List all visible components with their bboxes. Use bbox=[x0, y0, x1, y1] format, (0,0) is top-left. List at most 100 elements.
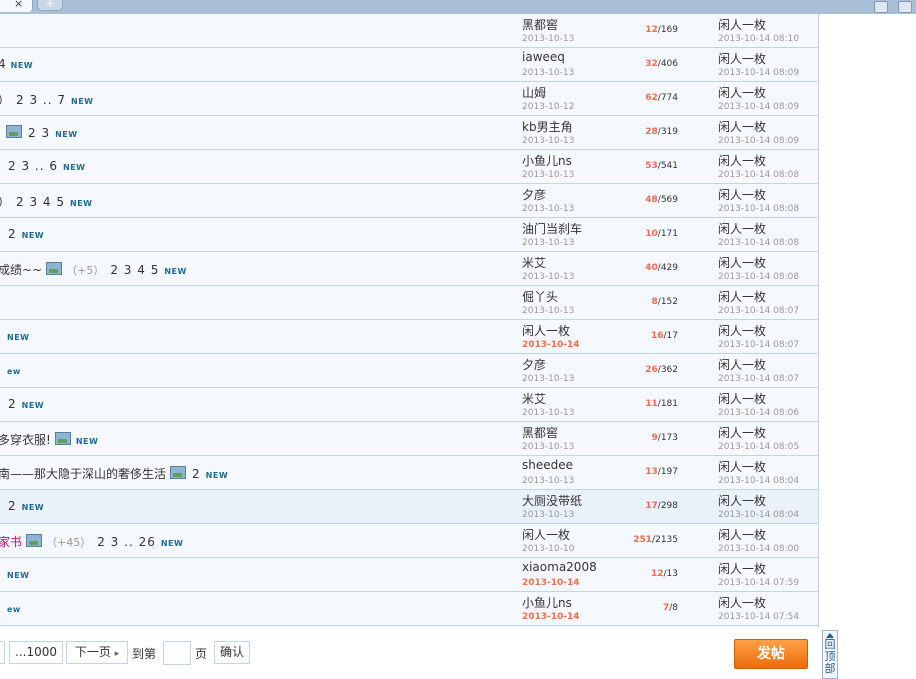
pager-prev-edge[interactable] bbox=[0, 641, 5, 664]
thread-title-link[interactable]: ） bbox=[0, 93, 10, 107]
window-icon[interactable] bbox=[874, 1, 888, 13]
last-poster-link[interactable]: 闲人一枚 bbox=[718, 288, 766, 305]
author-link[interactable]: sheedee bbox=[522, 458, 573, 472]
thread-pages[interactable]: 2 3 .. 26 bbox=[97, 535, 156, 549]
reply-count[interactable]: 12 bbox=[651, 569, 664, 579]
reply-count[interactable]: 32 bbox=[645, 59, 658, 69]
last-poster-link[interactable]: 闲人一枚 bbox=[718, 356, 766, 373]
thread-pages[interactable]: 2 3 4 5 bbox=[16, 195, 65, 209]
last-poster-link[interactable]: 闲人一枚 bbox=[718, 118, 766, 135]
last-post-date[interactable]: 2013-10-14 08:06 bbox=[718, 408, 799, 418]
last-poster-link[interactable]: 闲人一枚 bbox=[718, 560, 766, 577]
last-post-date[interactable]: 2013-10-14 08:09 bbox=[718, 102, 799, 112]
author-link[interactable]: 油门当刹车 bbox=[522, 220, 582, 237]
reply-count[interactable]: 26 bbox=[645, 365, 658, 375]
reply-count[interactable]: 40 bbox=[645, 263, 658, 273]
thread-title-link[interactable]: 4 bbox=[0, 57, 6, 71]
last-post-date[interactable]: 2013-10-14 08:07 bbox=[718, 374, 799, 384]
new-tab-button[interactable]: + bbox=[37, 0, 63, 11]
last-post-date[interactable]: 2013-10-14 07:54 bbox=[718, 612, 799, 622]
last-poster-link[interactable]: 闲人一枚 bbox=[718, 390, 766, 407]
reply-count[interactable]: 10 bbox=[645, 229, 658, 239]
author-link[interactable]: xiaoma2008 bbox=[522, 560, 597, 574]
reply-count[interactable]: 62 bbox=[645, 93, 658, 103]
author-link[interactable]: 闲人一枚 bbox=[522, 322, 570, 339]
thread-pages[interactable]: 2 3 .. 7 bbox=[16, 93, 66, 107]
thread-title-link[interactable]: ） bbox=[0, 195, 10, 209]
author-link[interactable]: iaweeq bbox=[522, 50, 565, 64]
author-link[interactable]: 夕彦 bbox=[522, 186, 546, 203]
thread-title-link[interactable]: 成绩~~ bbox=[0, 263, 42, 277]
last-poster-link[interactable]: 闲人一枚 bbox=[718, 594, 766, 611]
last-post-date[interactable]: 2013-10-14 08:09 bbox=[718, 136, 799, 146]
last-post-date[interactable]: 2013-10-14 08:08 bbox=[718, 170, 799, 180]
reply-count[interactable]: 48 bbox=[645, 195, 658, 205]
author-link[interactable]: 闲人一枚 bbox=[522, 526, 570, 543]
author-link[interactable]: 夕彦 bbox=[522, 356, 546, 373]
author-link[interactable]: 山姆 bbox=[522, 84, 546, 101]
last-poster-link[interactable]: 闲人一枚 bbox=[718, 50, 766, 67]
thread-pages[interactable]: 2 3 4 5 bbox=[110, 263, 159, 277]
author-link[interactable]: 黑都窖 bbox=[522, 16, 558, 33]
thread-pages[interactable]: 2 3 bbox=[28, 126, 50, 140]
last-poster-link[interactable]: 闲人一枚 bbox=[718, 492, 766, 509]
last-post-date[interactable]: 2013-10-14 08:09 bbox=[718, 68, 799, 78]
pager-last-page[interactable]: ...1000 bbox=[9, 641, 63, 664]
reply-count[interactable]: 251 bbox=[633, 535, 652, 545]
last-poster-link[interactable]: 闲人一枚 bbox=[718, 16, 766, 33]
last-poster-link[interactable]: 闲人一枚 bbox=[718, 152, 766, 169]
last-post-date[interactable]: 2013-10-14 08:08 bbox=[718, 238, 799, 248]
new-post-button[interactable]: 发帖 bbox=[734, 639, 808, 669]
thread-pages[interactable]: 2 3 .. 6 bbox=[8, 159, 58, 173]
author-link[interactable]: 小鱼儿ns bbox=[522, 594, 572, 611]
thread-pages[interactable]: 2 bbox=[8, 499, 17, 513]
reply-count[interactable]: 13 bbox=[645, 467, 658, 477]
last-poster-link[interactable]: 闲人一枚 bbox=[718, 526, 766, 543]
last-poster-link[interactable]: 闲人一枚 bbox=[718, 424, 766, 441]
reply-count[interactable]: 7 bbox=[663, 603, 669, 613]
reply-count[interactable]: 12 bbox=[645, 25, 658, 35]
thread-pages[interactable]: 2 bbox=[192, 467, 201, 481]
close-tab-icon[interactable]: × bbox=[14, 0, 23, 10]
last-poster-link[interactable]: 闲人一枚 bbox=[718, 458, 766, 475]
author-link[interactable]: 米艾 bbox=[522, 390, 546, 407]
last-poster-link[interactable]: 闲人一枚 bbox=[718, 84, 766, 101]
reply-count[interactable]: 28 bbox=[645, 127, 658, 137]
last-poster-link[interactable]: 闲人一枚 bbox=[718, 186, 766, 203]
last-post-date[interactable]: 2013-10-14 08:05 bbox=[718, 442, 799, 452]
last-post-date[interactable]: 2013-10-14 08:07 bbox=[718, 340, 799, 350]
pager-confirm-button[interactable]: 确认 bbox=[214, 641, 250, 664]
reply-count[interactable]: 16 bbox=[651, 331, 664, 341]
last-post-date[interactable]: 2013-10-14 08:10 bbox=[718, 34, 799, 44]
last-post-date[interactable]: 2013-10-14 08:00 bbox=[718, 544, 799, 554]
last-poster-link[interactable]: 闲人一枚 bbox=[718, 322, 766, 339]
browser-tab[interactable]: × bbox=[0, 0, 33, 12]
thread-title-link[interactable]: 家书 bbox=[0, 535, 22, 549]
thread-title-link[interactable]: 多穿衣服! bbox=[0, 433, 51, 447]
thread-title-link[interactable]: 南——那大隐于深山的奢侈生活 bbox=[0, 467, 166, 481]
back-icon[interactable] bbox=[898, 1, 912, 13]
last-post-date[interactable]: 2013-10-14 08:08 bbox=[718, 272, 799, 282]
author-link[interactable]: 黑都窖 bbox=[522, 424, 558, 441]
author-link[interactable]: 小鱼儿ns bbox=[522, 152, 572, 169]
pager-page-input[interactable] bbox=[163, 641, 191, 665]
reply-count[interactable]: 11 bbox=[645, 399, 658, 409]
author-link[interactable]: 倔丫头 bbox=[522, 288, 558, 305]
author-link[interactable]: kb男主角 bbox=[522, 118, 573, 135]
last-post-date[interactable]: 2013-10-14 08:07 bbox=[718, 306, 799, 316]
back-to-top-button[interactable]: 回顶部 bbox=[822, 630, 838, 679]
last-poster-link[interactable]: 闲人一枚 bbox=[718, 220, 766, 237]
last-post-date[interactable]: 2013-10-14 08:04 bbox=[718, 476, 799, 486]
last-post-date[interactable]: 2013-10-14 08:08 bbox=[718, 204, 799, 214]
thread-pages[interactable]: 2 bbox=[8, 227, 17, 241]
reply-count[interactable]: 9 bbox=[652, 433, 658, 443]
last-poster-link[interactable]: 闲人一枚 bbox=[718, 254, 766, 271]
reply-count[interactable]: 53 bbox=[645, 161, 658, 171]
reply-count[interactable]: 17 bbox=[645, 501, 658, 511]
author-link[interactable]: 大厕没带纸 bbox=[522, 492, 582, 509]
last-post-date[interactable]: 2013-10-14 08:04 bbox=[718, 510, 799, 520]
thread-pages[interactable]: 2 bbox=[8, 397, 17, 411]
author-link[interactable]: 米艾 bbox=[522, 254, 546, 271]
last-post-date[interactable]: 2013-10-14 07:59 bbox=[718, 578, 799, 588]
pager-next-button[interactable]: 下一页 ▸ bbox=[66, 641, 128, 664]
